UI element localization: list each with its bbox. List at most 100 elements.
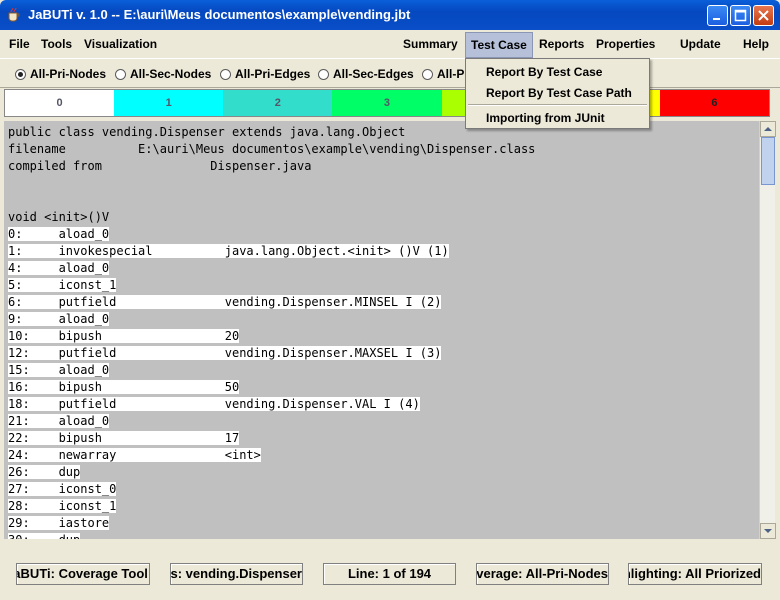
bytecode-line-text: 21: aload_0 xyxy=(8,414,110,428)
bytecode-line[interactable]: 27: iconst_0 xyxy=(8,481,117,498)
radio-all-sec-edges[interactable]: All-Sec-Edges xyxy=(318,67,414,83)
bytecode-line-text: 1: invokespecial java.lang.Object.<init>… xyxy=(8,244,449,258)
scroll-up-button[interactable] xyxy=(760,121,776,137)
scroll-thumb[interactable] xyxy=(761,137,775,185)
coverage-color-scale: 0 1 2 3 6 xyxy=(4,89,770,117)
bytecode-line[interactable]: 30: dup xyxy=(8,532,81,539)
bytecode-line[interactable]: 12: putfield vending.Dispenser.MAXSEL I … xyxy=(8,345,442,362)
arrow-up-icon xyxy=(764,127,772,131)
menu-item-report-by-test-case[interactable]: Report By Test Case xyxy=(486,65,602,79)
scroll-down-button[interactable] xyxy=(760,523,776,539)
bytecode-line[interactable]: 26: dup xyxy=(8,464,81,481)
bytecode-line-text: 29: iastore xyxy=(8,516,110,530)
bytecode-line[interactable]: 10: bipush 20 xyxy=(8,328,240,345)
bytecode-line[interactable]: 15: aload_0 xyxy=(8,362,110,379)
class-declaration: public class vending.Dispenser extends j… xyxy=(8,125,406,139)
bytecode-line[interactable]: 28: iconst_1 xyxy=(8,498,117,515)
arrow-down-icon xyxy=(764,529,772,533)
menu-visualization[interactable]: Visualization xyxy=(84,37,157,51)
status-tool-text: JaBUTi: Coverage Tool xyxy=(16,566,148,581)
maximize-button[interactable] xyxy=(730,5,751,26)
bytecode-line-text: 28: iconst_1 xyxy=(8,499,117,513)
menu-summary[interactable]: Summary xyxy=(403,37,458,51)
radio-all-sec-nodes[interactable]: All-Sec-Nodes xyxy=(115,67,211,83)
menu-reports[interactable]: Reports xyxy=(539,37,584,51)
method-signature: void <init>()V xyxy=(8,210,110,224)
window-title: JaBUTi v. 1.0 -- E:\auri\Meus documentos… xyxy=(28,7,411,22)
color-segment-6[interactable]: 6 xyxy=(659,90,769,116)
radio-all-p[interactable]: All-P xyxy=(422,67,464,83)
bytecode-line-text: 27: iconst_0 xyxy=(8,482,117,496)
radio-label: All-Sec-Nodes xyxy=(130,67,212,81)
filename-line: filename E:\auri\Meus documentos\example… xyxy=(8,142,536,156)
bytecode-line-text: 12: putfield vending.Dispenser.MAXSEL I … xyxy=(8,346,442,360)
vertical-scrollbar[interactable] xyxy=(759,121,776,539)
bytecode-line-text: 22: bipush 17 xyxy=(8,431,240,445)
bytecode-line[interactable]: 16: bipush 50 xyxy=(8,379,240,396)
bytecode-line-text: 9: aload_0 xyxy=(8,312,110,326)
radio-icon xyxy=(115,69,126,80)
bytecode-line-text: 26: dup xyxy=(8,465,81,479)
bytecode-line-text: 18: putfield vending.Dispenser.VAL I (4) xyxy=(8,397,420,411)
test-case-menu-dropdown: Report By Test Case Report By Test Case … xyxy=(465,58,650,129)
bytecode-line[interactable]: 6: putfield vending.Dispenser.MINSEL I (… xyxy=(8,294,442,311)
color-segment-3[interactable]: 3 xyxy=(332,90,442,116)
bytecode-line-text: 5: iconst_1 xyxy=(8,278,117,292)
status-coverage: Coverage: All-Pri-Nodes xyxy=(476,563,609,585)
menu-file[interactable]: File xyxy=(9,37,30,51)
menu-item-report-by-test-case-path[interactable]: Report By Test Case Path xyxy=(486,86,632,100)
status-class-text: Class: vending.Dispenser xyxy=(170,566,302,581)
menu-separator xyxy=(468,104,647,106)
status-coverage-text: Coverage: All-Pri-Nodes xyxy=(476,566,608,581)
criteria-bar: All-Pri-Nodes All-Sec-Nodes All-Pri-Edge… xyxy=(0,58,780,88)
bytecode-line[interactable]: 9: aload_0 xyxy=(8,311,110,328)
app-icon xyxy=(8,7,20,22)
menu-test-case[interactable]: Test Case xyxy=(471,38,527,52)
status-highlighting: Highlighting: All Priorized xyxy=(628,563,762,585)
bytecode-line-text: 10: bipush 20 xyxy=(8,329,240,343)
status-line: Line: 1 of 194 xyxy=(323,563,456,585)
color-segment-2[interactable]: 2 xyxy=(223,90,333,116)
bytecode-line-text: 16: bipush 50 xyxy=(8,380,240,394)
bytecode-line[interactable]: 1: invokespecial java.lang.Object.<init>… xyxy=(8,243,449,260)
title-bar: JaBUTi v. 1.0 -- E:\auri\Meus documentos… xyxy=(0,0,780,30)
bytecode-line[interactable]: 0: aload_0 xyxy=(8,226,110,243)
bytecode-view[interactable]: public class vending.Dispenser extends j… xyxy=(4,121,759,539)
bytecode-line[interactable]: 22: bipush 17 xyxy=(8,430,240,447)
bytecode-line[interactable]: 5: iconst_1 xyxy=(8,277,117,294)
maximize-icon xyxy=(734,9,747,22)
compiled-from-line: compiled from Dispenser.java xyxy=(8,159,312,173)
status-class: Class: vending.Dispenser xyxy=(170,563,303,585)
radio-label: All-P xyxy=(437,67,465,81)
close-icon xyxy=(758,10,769,21)
radio-icon xyxy=(318,69,329,80)
close-button[interactable] xyxy=(753,5,774,26)
bytecode-line[interactable]: 24: newarray <int> xyxy=(8,447,261,464)
bytecode-line-text: 0: aload_0 xyxy=(8,227,110,241)
status-line-text: Line: 1 of 194 xyxy=(347,566,432,581)
bytecode-line[interactable]: 21: aload_0 xyxy=(8,413,110,430)
status-bar: JaBUTi: Coverage Tool Class: vending.Dis… xyxy=(0,556,780,592)
bytecode-line[interactable]: 29: iastore xyxy=(8,515,110,532)
status-tool: JaBUTi: Coverage Tool xyxy=(16,563,150,585)
color-segment-1[interactable]: 1 xyxy=(114,90,224,116)
bytecode-line[interactable]: 4: aload_0 xyxy=(8,260,110,277)
radio-icon xyxy=(422,69,433,80)
bytecode-line[interactable]: 18: putfield vending.Dispenser.VAL I (4) xyxy=(8,396,420,413)
minimize-icon xyxy=(713,18,720,20)
radio-label: All-Pri-Edges xyxy=(235,67,311,81)
menu-help[interactable]: Help xyxy=(743,37,769,51)
status-highlighting-text: Highlighting: All Priorized xyxy=(629,566,761,581)
radio-all-pri-edges[interactable]: All-Pri-Edges xyxy=(220,67,310,83)
radio-all-pri-nodes[interactable]: All-Pri-Nodes xyxy=(15,67,106,83)
radio-icon xyxy=(220,69,231,80)
menu-tools[interactable]: Tools xyxy=(41,37,72,51)
menu-item-importing-from-junit[interactable]: Importing from JUnit xyxy=(486,111,605,125)
menu-update[interactable]: Update xyxy=(680,37,721,51)
radio-label: All-Sec-Edges xyxy=(333,67,414,81)
menu-bar: File Tools Visualization Summary Reports… xyxy=(0,30,780,58)
bytecode-line-text: 15: aload_0 xyxy=(8,363,110,377)
minimize-button[interactable] xyxy=(707,5,728,26)
menu-properties[interactable]: Properties xyxy=(596,37,655,51)
color-segment-0[interactable]: 0 xyxy=(5,90,115,116)
